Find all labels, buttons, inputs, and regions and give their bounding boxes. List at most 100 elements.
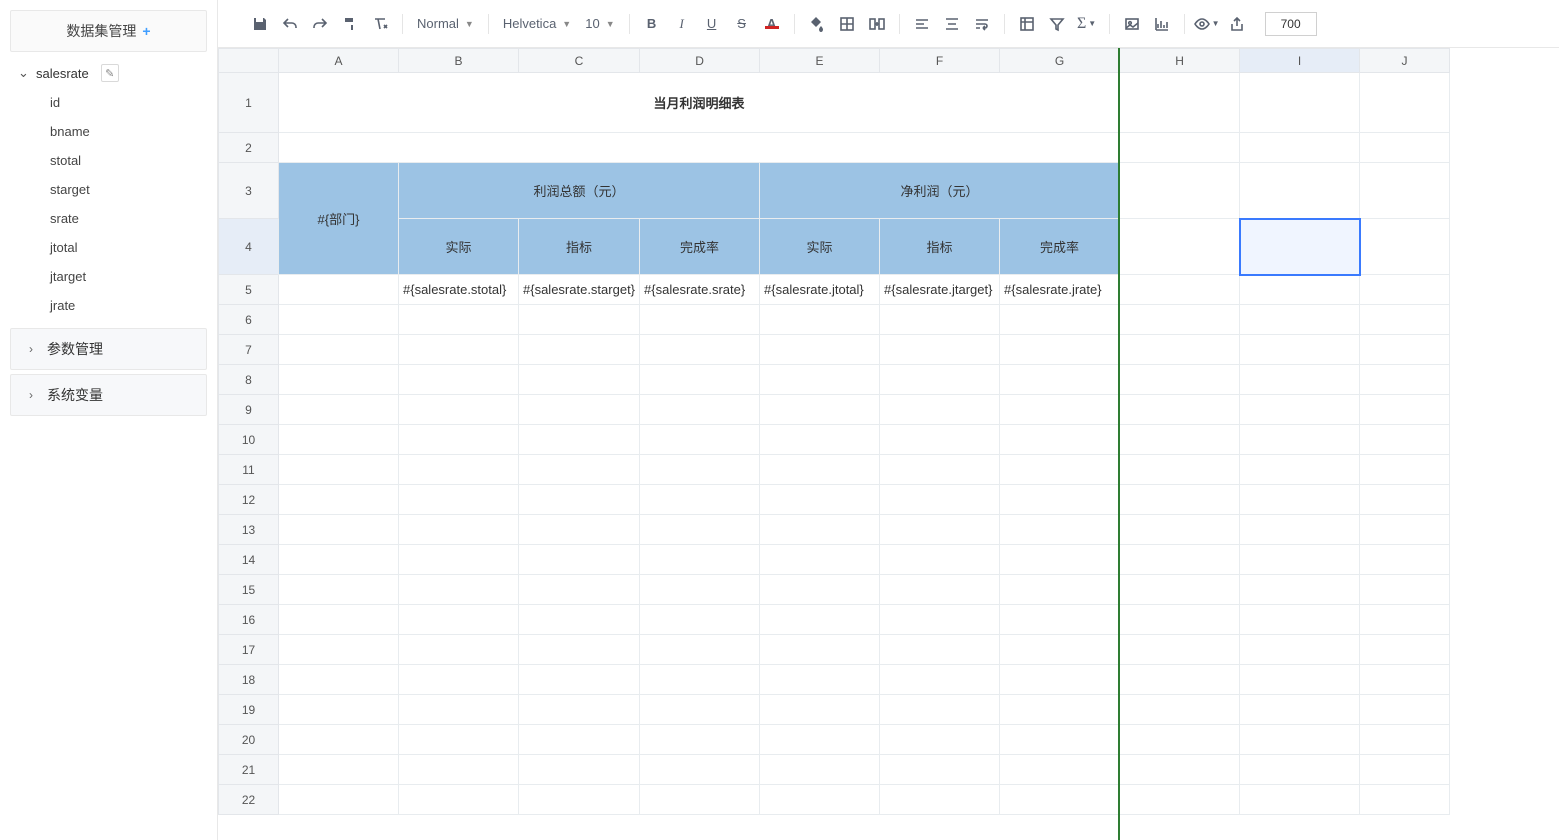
cell[interactable] — [279, 545, 399, 575]
cell[interactable] — [1360, 395, 1450, 425]
field-item[interactable]: jrate — [46, 291, 213, 320]
cell[interactable] — [880, 455, 1000, 485]
cell[interactable] — [519, 455, 640, 485]
row-header[interactable]: 3 — [219, 163, 279, 219]
col-header[interactable]: B — [399, 49, 519, 73]
cell[interactable] — [1240, 305, 1360, 335]
edit-dataset-icon[interactable]: ✎ — [101, 64, 119, 82]
cell[interactable] — [399, 485, 519, 515]
cell[interactable] — [1240, 725, 1360, 755]
cell[interactable] — [640, 425, 760, 455]
cell[interactable] — [1240, 545, 1360, 575]
header-dept[interactable]: #{部门} — [279, 163, 399, 275]
spreadsheet[interactable]: A B C D E F G H I J 1 当月利润明细表 — [218, 48, 1559, 840]
row-header[interactable]: 9 — [219, 395, 279, 425]
row-header[interactable]: 15 — [219, 575, 279, 605]
underline-icon[interactable]: U — [698, 10, 726, 38]
cell[interactable] — [760, 725, 880, 755]
strikethrough-icon[interactable]: S — [728, 10, 756, 38]
merge-cells-icon[interactable] — [863, 10, 891, 38]
cell[interactable] — [519, 335, 640, 365]
borders-icon[interactable] — [833, 10, 861, 38]
col-header[interactable]: I — [1240, 49, 1360, 73]
cell[interactable] — [640, 785, 760, 815]
cell[interactable] — [760, 455, 880, 485]
cell[interactable] — [399, 725, 519, 755]
align-h-icon[interactable] — [908, 10, 936, 38]
cell[interactable] — [399, 365, 519, 395]
insert-chart-icon[interactable] — [1148, 10, 1176, 38]
cell[interactable] — [1120, 545, 1240, 575]
row-header[interactable]: 4 — [219, 219, 279, 275]
cell[interactable] — [1360, 275, 1450, 305]
field-item[interactable]: jtarget — [46, 262, 213, 291]
cell-binding[interactable]: #{salesrate.srate} — [640, 275, 760, 305]
cell[interactable] — [880, 305, 1000, 335]
cell[interactable] — [1360, 755, 1450, 785]
formula-icon[interactable]: Σ▼ — [1073, 10, 1101, 38]
cell[interactable] — [760, 695, 880, 725]
cell[interactable] — [640, 755, 760, 785]
cell[interactable] — [1120, 515, 1240, 545]
field-item[interactable]: bname — [46, 117, 213, 146]
cell[interactable] — [1360, 425, 1450, 455]
cell[interactable] — [880, 605, 1000, 635]
cell[interactable] — [1120, 485, 1240, 515]
dataset-tree-node[interactable]: ⌄ salesrate ✎ — [4, 58, 213, 88]
cell[interactable] — [279, 425, 399, 455]
cell[interactable] — [640, 365, 760, 395]
cell[interactable] — [760, 665, 880, 695]
cell[interactable] — [1360, 219, 1450, 275]
cell[interactable] — [519, 605, 640, 635]
cell[interactable] — [519, 425, 640, 455]
cell[interactable] — [1360, 335, 1450, 365]
row-header[interactable]: 17 — [219, 635, 279, 665]
cell[interactable] — [1360, 485, 1450, 515]
cell[interactable] — [880, 515, 1000, 545]
cell[interactable] — [640, 545, 760, 575]
cell[interactable] — [760, 635, 880, 665]
bold-icon[interactable]: B — [638, 10, 666, 38]
cell[interactable] — [1360, 665, 1450, 695]
cell[interactable] — [279, 515, 399, 545]
cell[interactable] — [279, 305, 399, 335]
cell[interactable] — [880, 335, 1000, 365]
row-header[interactable]: 11 — [219, 455, 279, 485]
cell[interactable] — [1120, 219, 1240, 275]
cell[interactable] — [1000, 545, 1120, 575]
format-painter-icon[interactable] — [336, 10, 364, 38]
cell[interactable] — [1000, 335, 1120, 365]
cell[interactable] — [399, 785, 519, 815]
cell[interactable] — [1000, 455, 1120, 485]
cell[interactable] — [279, 785, 399, 815]
cell[interactable] — [1240, 395, 1360, 425]
fill-color-icon[interactable] — [803, 10, 831, 38]
cell[interactable] — [399, 695, 519, 725]
cell[interactable] — [519, 695, 640, 725]
col-header[interactable]: J — [1360, 49, 1450, 73]
cell[interactable] — [1120, 605, 1240, 635]
header-rate[interactable]: 完成率 — [1000, 219, 1120, 275]
header-target[interactable]: 指标 — [880, 219, 1000, 275]
cell[interactable] — [1120, 275, 1240, 305]
row-header[interactable]: 19 — [219, 695, 279, 725]
cell[interactable] — [1120, 695, 1240, 725]
params-panel-header[interactable]: › 参数管理 — [10, 328, 207, 370]
cell[interactable] — [1120, 305, 1240, 335]
cell[interactable] — [1360, 635, 1450, 665]
cell[interactable] — [1360, 365, 1450, 395]
cell[interactable] — [880, 425, 1000, 455]
cell[interactable] — [1240, 515, 1360, 545]
cell[interactable] — [1360, 605, 1450, 635]
cell[interactable] — [640, 695, 760, 725]
cell[interactable] — [279, 665, 399, 695]
row-header[interactable]: 7 — [219, 335, 279, 365]
cell[interactable] — [1120, 575, 1240, 605]
cell[interactable] — [399, 425, 519, 455]
cell[interactable] — [519, 785, 640, 815]
header-net-profit[interactable]: 净利润（元） — [760, 163, 1120, 219]
cell[interactable] — [760, 395, 880, 425]
cell[interactable] — [1240, 785, 1360, 815]
row-header[interactable]: 21 — [219, 755, 279, 785]
cell[interactable] — [279, 485, 399, 515]
